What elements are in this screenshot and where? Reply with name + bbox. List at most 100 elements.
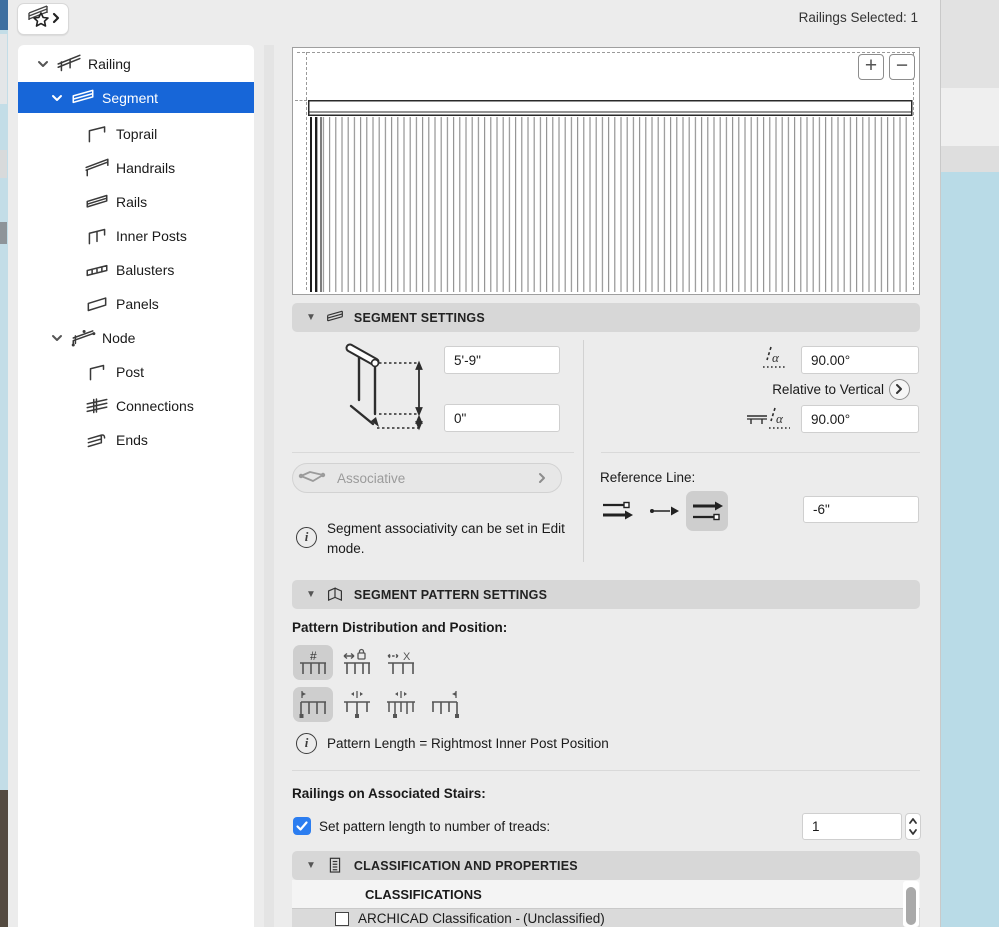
- background-fragment: [0, 34, 7, 104]
- relative-to-vertical-label: Relative to Vertical: [772, 382, 884, 397]
- favorites-button[interactable]: [17, 3, 69, 35]
- sidebar-item-label: Toprail: [116, 125, 158, 142]
- connections-icon: [84, 395, 110, 417]
- pattern-center-full-button[interactable]: [381, 687, 421, 722]
- sidebar-item-label: Ends: [116, 431, 148, 448]
- sidebar-item-panels[interactable]: Panels: [18, 288, 254, 319]
- railing-tree-sidebar: Railing Segment Toprail Handrails Rails …: [18, 45, 254, 927]
- column-divider: [583, 340, 584, 562]
- bottom-angle-input[interactable]: [801, 405, 919, 433]
- pattern-flexible-spacing-button[interactable]: X: [381, 645, 421, 680]
- svg-text:α: α: [772, 350, 780, 365]
- classification-checkbox[interactable]: [335, 912, 349, 926]
- sidebar-item-label: Handrails: [116, 159, 176, 176]
- reference-line-bottom-button[interactable]: [686, 491, 728, 531]
- pattern-locked-spacing-button[interactable]: [337, 645, 377, 680]
- segment-settings-icon: [324, 308, 346, 328]
- background-left-strip: [0, 0, 8, 927]
- treads-count-input[interactable]: [802, 813, 902, 840]
- reference-line-center-button[interactable]: [644, 493, 684, 529]
- zoom-out-button[interactable]: −: [889, 54, 915, 80]
- classification-panel: CLASSIFICATIONS ARCHICAD Classification …: [292, 880, 920, 927]
- sidebar-item-label: Segment: [102, 89, 159, 106]
- sidebar-item-railing[interactable]: Railing: [18, 48, 254, 79]
- chevron-down-icon[interactable]: [50, 331, 64, 345]
- relative-to-vertical-button[interactable]: [889, 379, 910, 400]
- treads-checkbox-label: Set pattern length to number of treads:: [319, 819, 551, 834]
- treads-stepper[interactable]: [905, 813, 921, 840]
- associative-button[interactable]: Associative: [292, 463, 562, 493]
- reference-line-label: Reference Line:: [600, 470, 696, 485]
- sidebar-item-balusters[interactable]: Balusters: [18, 254, 254, 285]
- handrails-icon: [84, 157, 110, 179]
- bottom-offset-input[interactable]: [444, 404, 560, 432]
- background-fragment: [0, 150, 7, 178]
- railing-icon: [56, 53, 82, 75]
- reference-offset-input[interactable]: [803, 496, 919, 523]
- sidebar-item-label: Railing: [88, 55, 131, 72]
- pattern-center-button[interactable]: [337, 687, 377, 722]
- svg-text:X: X: [403, 651, 411, 663]
- associated-stairs-label: Railings on Associated Stairs:: [292, 786, 486, 801]
- zoom-in-button[interactable]: +: [858, 54, 884, 80]
- preview-guide-line: [913, 52, 914, 290]
- chevron-down-icon[interactable]: [50, 91, 64, 105]
- railing-elevation-drawing: [308, 100, 913, 292]
- svg-text:α: α: [776, 411, 784, 426]
- pattern-start-left-button[interactable]: [293, 687, 333, 722]
- sidebar-item-ends[interactable]: Ends: [18, 424, 254, 455]
- scrollbar-track[interactable]: [903, 881, 919, 927]
- railing-preview[interactable]: + −: [292, 47, 920, 295]
- sidebar-item-handrails[interactable]: Handrails: [18, 152, 254, 183]
- sidebar-item-rails[interactable]: Rails: [18, 186, 254, 217]
- classification-value[interactable]: (Unclassified): [523, 911, 605, 926]
- sidebar-item-toprail[interactable]: Toprail: [18, 118, 254, 149]
- rails-icon: [84, 191, 110, 213]
- chevron-down-icon[interactable]: [36, 57, 50, 71]
- collapse-triangle-icon[interactable]: ▼: [306, 589, 316, 600]
- section-title: SEGMENT SETTINGS: [353, 310, 485, 325]
- segment-pattern-settings-header[interactable]: ▼ SEGMENT PATTERN SETTINGS: [292, 580, 920, 609]
- collapse-triangle-icon[interactable]: ▼: [306, 312, 316, 323]
- background-band: [941, 88, 999, 146]
- classification-row[interactable]: ARCHICAD Classification - (Unclassified): [292, 909, 920, 927]
- angle-to-vertical-icon: α: [763, 346, 786, 368]
- node-icon: [70, 327, 96, 349]
- railing-favorite-icon: [25, 4, 61, 35]
- segment-icon: [70, 87, 96, 109]
- reference-line-top-button[interactable]: [596, 493, 638, 529]
- sidebar-item-node[interactable]: Node: [18, 322, 254, 353]
- treads-checkbox[interactable]: [293, 817, 311, 835]
- preview-guide-line: [306, 52, 307, 290]
- associative-info-text: Segment associativity can be set in Edit…: [327, 521, 565, 556]
- sidebar-item-post[interactable]: Post: [18, 356, 254, 387]
- ends-icon: [84, 429, 110, 451]
- pattern-settings-icon: [324, 585, 346, 605]
- classification-icon: [324, 856, 346, 876]
- pattern-end-right-button[interactable]: [425, 687, 465, 722]
- sidebar-item-connections[interactable]: Connections: [18, 390, 254, 421]
- info-icon: i: [296, 733, 317, 754]
- classification-header[interactable]: ▼ CLASSIFICATION AND PROPERTIES: [292, 851, 920, 880]
- panels-icon: [84, 293, 110, 315]
- sidebar-item-label: Node: [102, 329, 136, 346]
- divider: [292, 452, 574, 453]
- sidebar-item-segment[interactable]: Segment: [18, 82, 254, 113]
- background-right-strip: [941, 0, 999, 927]
- info-icon: i: [296, 527, 317, 548]
- segment-settings-header[interactable]: ▼ SEGMENT SETTINGS: [292, 303, 920, 332]
- balusters-icon: [84, 259, 110, 281]
- section-title: CLASSIFICATION AND PROPERTIES: [353, 858, 578, 873]
- pattern-fixed-number-button[interactable]: #: [293, 645, 333, 680]
- sidebar-item-label: Balusters: [116, 261, 175, 278]
- top-angle-input[interactable]: [801, 346, 919, 374]
- top-offset-input[interactable]: [444, 346, 560, 374]
- scrollbar-thumb[interactable]: [906, 887, 916, 925]
- slant-angle-icon: α: [747, 407, 790, 429]
- sidebar-item-inner-posts[interactable]: Inner Posts: [18, 220, 254, 251]
- selection-status: Railings Selected: 1: [798, 10, 918, 25]
- svg-text:#: #: [310, 649, 317, 663]
- railing-settings-dialog: Railings Selected: 1 Railing Segment Top…: [8, 0, 941, 927]
- sidebar-item-label: Panels: [116, 295, 159, 312]
- collapse-triangle-icon[interactable]: ▼: [306, 860, 316, 871]
